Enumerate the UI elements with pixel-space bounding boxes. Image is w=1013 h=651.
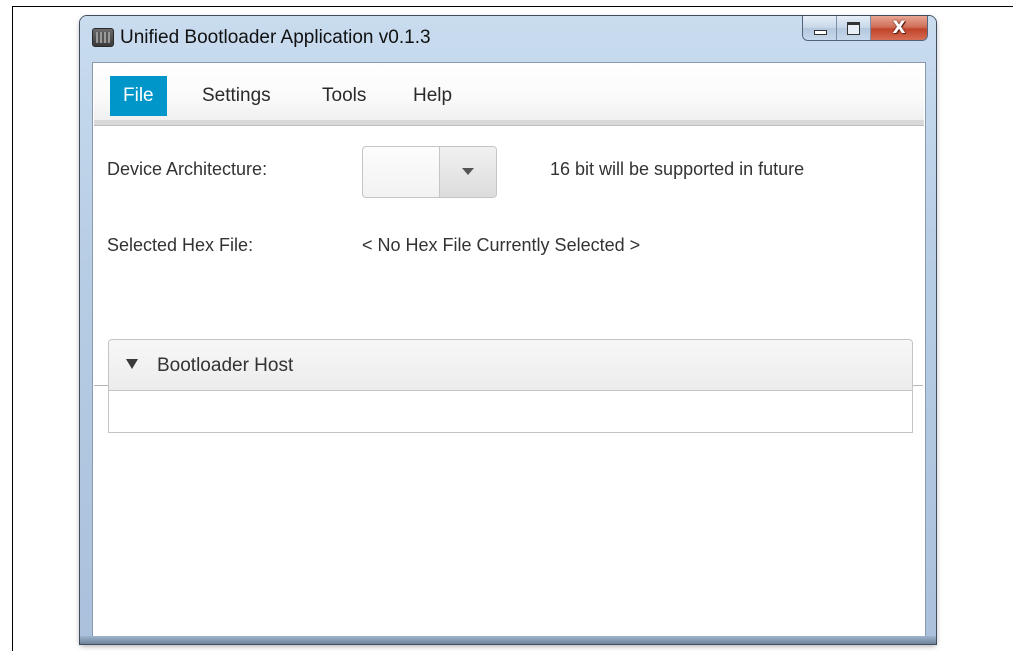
- hex-file-value: < No Hex File Currently Selected >: [362, 235, 641, 255]
- hex-file-label: Selected Hex File:: [107, 235, 254, 255]
- bootloader-host-header[interactable]: Bootloader Host: [109, 340, 912, 391]
- window-controls: X: [802, 16, 928, 41]
- architecture-note: 16 bit will be supported in future: [550, 159, 805, 179]
- device-architecture-select[interactable]: [362, 146, 497, 198]
- menu-bar: File Settings Tools Help: [94, 64, 924, 126]
- maximize-button[interactable]: [837, 16, 871, 40]
- bootloader-host-pane: Bootloader Host: [108, 339, 913, 433]
- menu-tools[interactable]: Tools: [309, 76, 379, 116]
- chevron-down-icon[interactable]: [439, 147, 496, 197]
- menu-help[interactable]: Help: [400, 76, 465, 116]
- device-architecture-value: [363, 147, 439, 197]
- menu-settings[interactable]: Settings: [189, 76, 284, 116]
- title-bar[interactable]: Unified Bootloader Application v0.1.3 X: [80, 16, 936, 62]
- close-button[interactable]: X: [871, 16, 927, 40]
- close-icon: X: [892, 18, 906, 38]
- window-title: Unified Bootloader Application v0.1.3: [120, 27, 431, 48]
- caret-down-icon: [126, 359, 138, 369]
- document-frame-left: [12, 6, 13, 651]
- bootloader-host-title: Bootloader Host: [157, 355, 294, 376]
- settings-panel: Device Architecture: 16 bit will be supp…: [94, 127, 923, 433]
- document-frame-top: [12, 6, 1013, 7]
- app-window: Unified Bootloader Application v0.1.3 X …: [80, 16, 936, 644]
- chip-icon: [92, 28, 114, 47]
- menu-file[interactable]: File: [110, 76, 167, 116]
- minimize-button[interactable]: [803, 16, 837, 40]
- device-architecture-label: Device Architecture:: [107, 159, 268, 179]
- client-area: File Settings Tools Help Device Architec…: [92, 62, 926, 640]
